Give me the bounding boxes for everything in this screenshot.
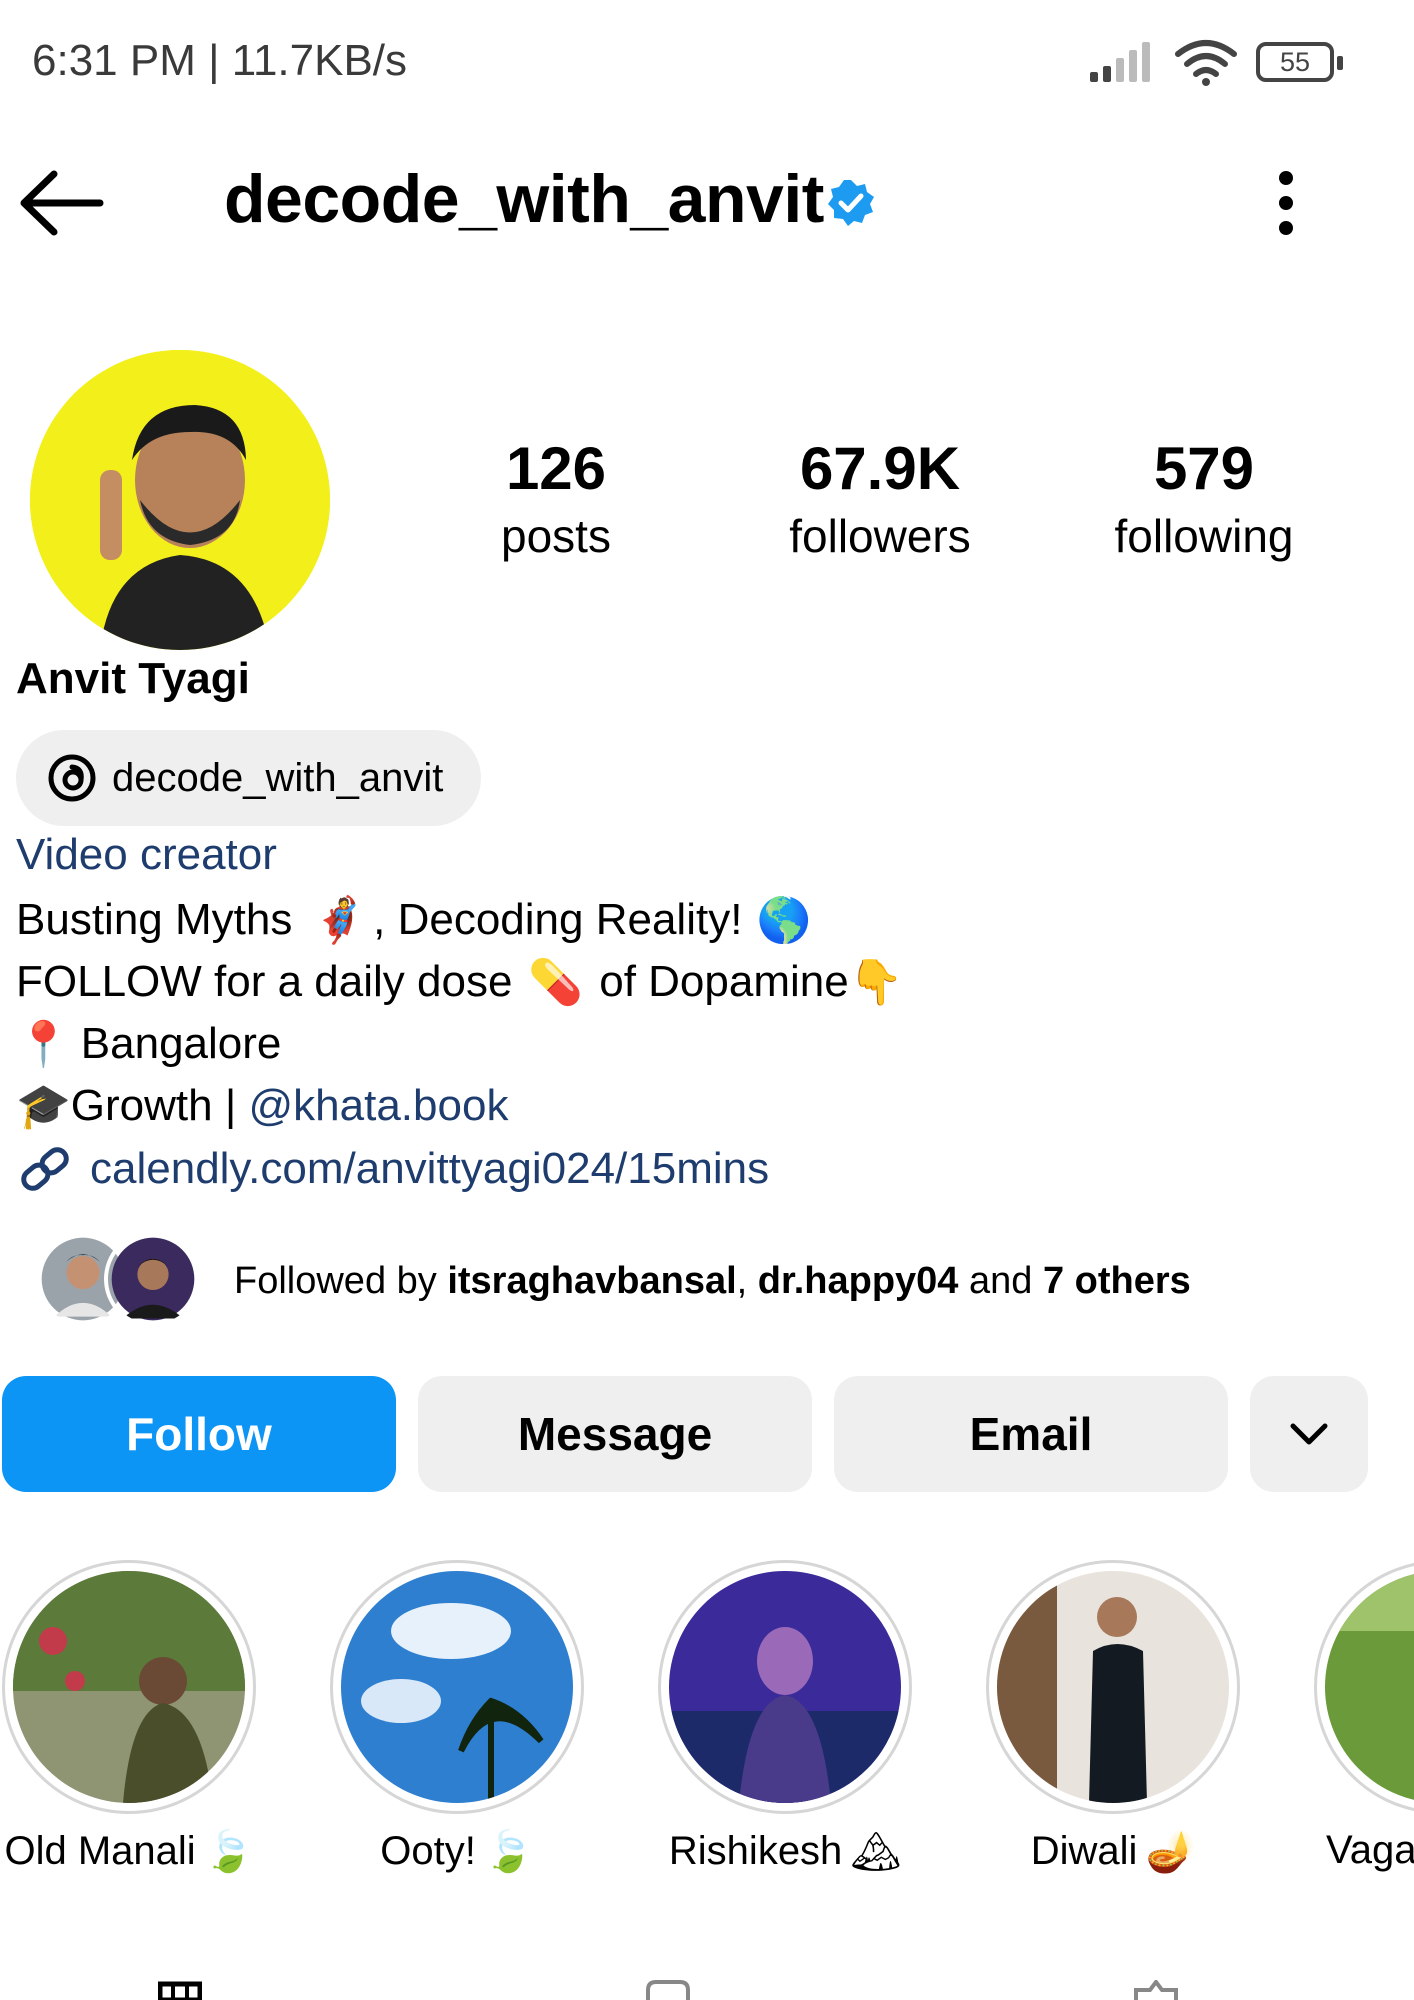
link-icon [21, 1147, 69, 1191]
verified-badge-icon [828, 180, 874, 226]
highlight-ring [1314, 1560, 1414, 1814]
highlight-label-text: Ooty! [380, 1829, 476, 1873]
follow-button[interactable]: Follow [2, 1376, 396, 1492]
bio-line-2-text-2: of Dopamine [599, 957, 849, 1006]
highlight-label: Old Manali 🍃 [2, 1828, 256, 1875]
threads-icon [48, 754, 96, 802]
highlight-label-text: Rishikesh [668, 1829, 843, 1873]
mutual-follower-avatar-2 [104, 1230, 202, 1328]
profile-photo [30, 350, 330, 650]
bio-line-1-text: Busting Myths [16, 895, 293, 944]
mutual-others: 7 others [1042, 1260, 1191, 1302]
mutual-followers-avatars[interactable] [34, 1230, 204, 1330]
bio-line-2-text: FOLLOW for a daily dose [16, 957, 513, 1006]
bio-line-4: 🎓 Growth | @khata.book [16, 1080, 508, 1132]
stat-posts[interactable]: 126 posts [406, 434, 706, 563]
khatabook-mention-link[interactable]: @khata.book [249, 1081, 509, 1131]
highlight-ring [330, 1560, 584, 1814]
message-button[interactable]: Message [418, 1376, 812, 1492]
reels-tab-icon[interactable] [646, 1980, 690, 2000]
chevron-down-icon [1290, 1423, 1328, 1445]
mutual-user-2: dr.happy04 [757, 1260, 959, 1302]
pointing-down-emoji-icon: 👇 [848, 958, 904, 1007]
highlight-label: Rishikesh 🏔 [658, 1828, 912, 1875]
highlight-ring [658, 1560, 912, 1814]
graduation-cap-emoji-icon: 🎓 [16, 1082, 71, 1131]
highlight-diwali[interactable]: Diwali 🪔 [986, 1560, 1240, 1875]
stat-followers-label: followers [789, 510, 971, 562]
highlight-cover [1325, 1571, 1414, 1803]
highlight-label: Diwali 🪔 [986, 1828, 1240, 1875]
leaf-emoji-icon: 🍃 [203, 1830, 254, 1874]
pill-emoji-icon: 💊 [528, 958, 584, 1007]
mountain-emoji-icon: 🏔 [850, 1830, 902, 1874]
bio-external-link[interactable]: calendly.com/anvittyagi024/15mins [90, 1144, 769, 1194]
globe-emoji-icon: 🌎 [756, 896, 812, 945]
email-button[interactable]: Email [834, 1376, 1228, 1492]
stat-following-value: 579 [1153, 435, 1255, 502]
stat-posts-label: posts [501, 510, 611, 562]
threads-badge[interactable]: decode_with_anvit [16, 730, 482, 826]
bio-line-4-text: Growth | [70, 1081, 249, 1130]
highlight-label-text: Old Manali [4, 1829, 196, 1873]
leaf-emoji-icon: 🍃 [483, 1830, 534, 1874]
superhero-emoji-icon: 🦸 [312, 896, 368, 945]
stat-followers-value: 67.9K [799, 435, 961, 502]
bio-line-1: Busting Myths 🦸 , Decoding Reality! 🌎 [16, 894, 811, 946]
followed-by-prefix: Followed by [234, 1260, 448, 1302]
stat-following-label: following [1114, 510, 1294, 562]
grid-tab-icon[interactable] [158, 1980, 202, 2000]
highlight-rishikesh[interactable]: Rishikesh 🏔 [658, 1560, 912, 1875]
more-vertical-icon[interactable] [1274, 170, 1298, 236]
followed-by-and: and [958, 1260, 1043, 1302]
bio-line-1-text-2: , Decoding Reality! [373, 895, 743, 944]
highlight-vaga[interactable]: Vaga [1314, 1560, 1414, 1873]
profile-avatar[interactable] [30, 350, 330, 650]
highlight-ring [2, 1560, 256, 1814]
highlight-cover [341, 1571, 573, 1803]
followed-by-sep: , [736, 1260, 758, 1302]
wifi-icon [1175, 40, 1237, 86]
back-arrow-icon[interactable] [16, 168, 106, 238]
profile-username: decode_with_anvit [224, 161, 824, 237]
profile-tab-bar [0, 1980, 1414, 2000]
stat-following[interactable]: 579 following [1054, 434, 1354, 563]
status-time: 6:31 PM | 11.7KB/s [32, 36, 408, 85]
bio-location: Bangalore [80, 1019, 282, 1068]
threads-handle: decode_with_anvit [112, 755, 444, 800]
pin-emoji-icon: 📍 [16, 1020, 71, 1069]
highlight-label-text: Diwali [1030, 1829, 1138, 1873]
tagged-tab-icon[interactable] [1134, 1980, 1178, 2000]
highlight-ooty[interactable]: Ooty! 🍃 [330, 1560, 584, 1875]
diya-lamp-emoji-icon: 🪔 [1145, 1830, 1196, 1874]
highlight-label: Vaga [1314, 1828, 1414, 1873]
display-name: Anvit Tyagi [16, 654, 250, 703]
highlight-cover [997, 1571, 1229, 1803]
status-icons: 55 [1088, 38, 1343, 86]
profile-category: Video creator [16, 830, 277, 879]
highlight-ring [986, 1560, 1240, 1814]
highlight-cover [669, 1571, 901, 1803]
highlight-old-manali[interactable]: Old Manali 🍃 [2, 1560, 256, 1875]
battery-icon: 55 [1256, 42, 1343, 82]
mutual-user-1: itsraghavbansal [447, 1260, 737, 1302]
followed-by-text[interactable]: Followed by itsraghavbansal, dr.happy04 … [234, 1260, 1191, 1303]
bio-line-3: 📍 Bangalore [16, 1018, 281, 1070]
highlight-label-text: Vaga [1326, 1828, 1414, 1872]
suggested-accounts-button[interactable] [1250, 1376, 1368, 1492]
stat-followers[interactable]: 67.9K followers [730, 434, 1030, 563]
highlight-label: Ooty! 🍃 [330, 1828, 584, 1875]
bio-link-row[interactable]: calendly.com/anvittyagi024/15mins [16, 1144, 769, 1194]
signal-icon [1090, 42, 1150, 82]
stat-posts-value: 126 [505, 435, 607, 502]
highlight-cover [13, 1571, 245, 1803]
bio-line-2: FOLLOW for a daily dose 💊 of Dopamine 👇 [16, 956, 904, 1008]
